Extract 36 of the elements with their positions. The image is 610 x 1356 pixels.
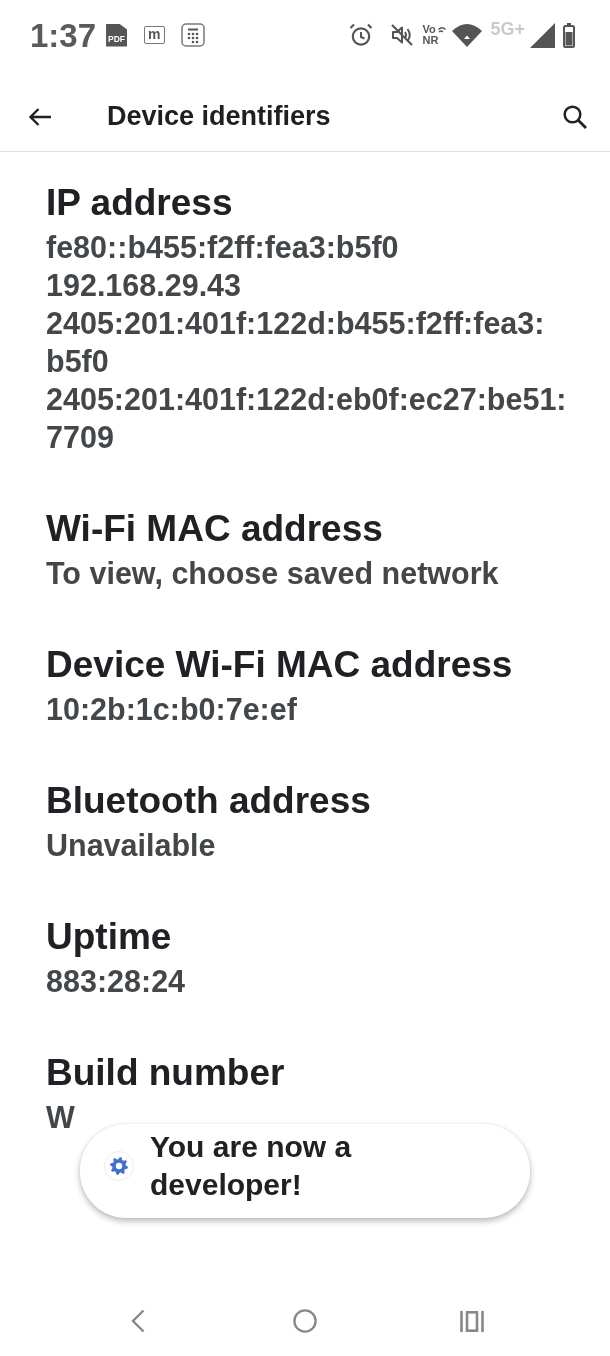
search-icon xyxy=(563,104,587,129)
setting-value: 192.168.29.43 xyxy=(46,267,242,304)
alarm-clock-icon xyxy=(348,23,373,47)
search-button[interactable] xyxy=(563,104,587,129)
setting-value: W xyxy=(46,1099,75,1136)
setting-title: Build number xyxy=(46,1051,285,1095)
home-circle-icon xyxy=(293,1309,317,1333)
toast-message: You are now a developer! xyxy=(150,1129,353,1203)
setting-title: Uptime xyxy=(46,915,172,959)
setting-value: 883:28:24 xyxy=(46,963,186,1000)
setting-title: Wi-Fi MAC address xyxy=(46,507,383,551)
back-arrow-icon xyxy=(28,106,52,127)
setting-value: 10:2b:1c:b0:7e:ef xyxy=(46,691,297,728)
setting-value: To view, choose saved network xyxy=(46,555,499,592)
calling-waves-icon xyxy=(438,25,447,34)
battery-icon xyxy=(563,22,575,48)
network-type-label: NR xyxy=(422,35,439,46)
back-chevron-icon xyxy=(131,1309,145,1333)
setting-value: fe80::b455:f2ff:fea3:b5f0 xyxy=(46,229,399,266)
wifi-icon xyxy=(452,23,483,47)
cell-signal-icon xyxy=(530,22,555,48)
back-button[interactable] xyxy=(28,106,52,127)
network-type-label: Vo xyxy=(422,24,437,35)
muted-speaker-icon xyxy=(390,24,413,46)
settings-icon xyxy=(104,1151,134,1181)
recent-apps-icon xyxy=(460,1310,484,1332)
setting-title: IP address xyxy=(46,181,233,225)
setting-value: Unavailable xyxy=(46,827,216,864)
setting-title: Device Wi-Fi MAC address xyxy=(46,643,513,687)
calculator-icon xyxy=(180,23,205,47)
status-time: 1:37 xyxy=(30,18,97,52)
setting-title: Bluetooth address xyxy=(46,779,371,823)
app-logo: m xyxy=(144,26,165,44)
page-title: Device identifiers xyxy=(107,100,331,133)
pdf-file-icon: PDF xyxy=(106,23,128,47)
setting-value: 2405:201:401f:122d:eb0f:ec27:be51:7709 xyxy=(46,381,568,456)
